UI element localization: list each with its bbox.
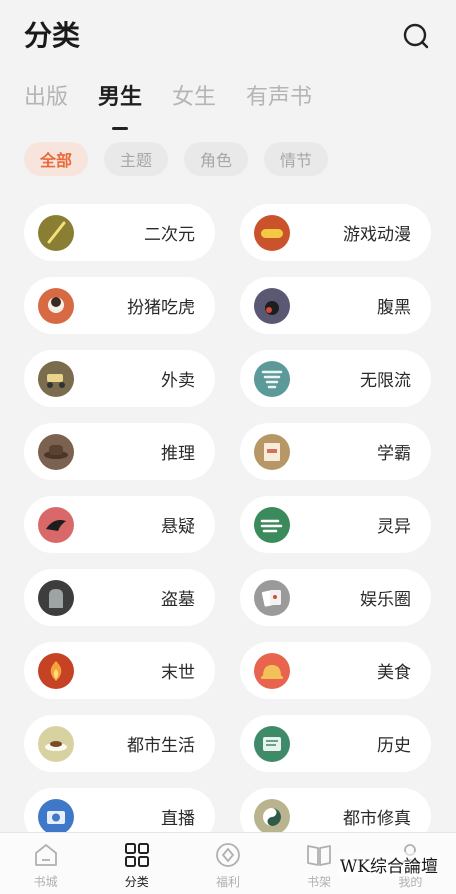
category-card[interactable]: 末世 [24, 642, 215, 699]
tab-female[interactable]: 女生 [172, 82, 216, 122]
tombstone-icon [38, 579, 74, 616]
category-label: 直播 [161, 809, 195, 829]
scroll-icon [254, 725, 290, 762]
home-icon [34, 844, 57, 866]
filter-chips: 全部 主题 角色 情节 [24, 142, 329, 176]
fire-icon [38, 652, 74, 689]
category-label: 历史 [377, 736, 411, 756]
category-card[interactable]: 腹黑 [240, 277, 431, 334]
gift-icon [216, 843, 240, 867]
category-card[interactable]: 无限流 [240, 350, 431, 407]
gamepad-icon [254, 214, 290, 251]
page-title: 分类 [24, 19, 81, 52]
category-label: 都市修真 [343, 809, 411, 829]
category-card[interactable]: 娱乐圈 [240, 569, 431, 626]
category-label: 外卖 [161, 371, 195, 391]
tab-publish[interactable]: 出版 [24, 82, 68, 122]
category-label: 盗墓 [161, 590, 195, 610]
category-label: 都市生活 [127, 736, 195, 756]
category-card[interactable]: 游戏动漫 [240, 204, 431, 261]
filter-theme[interactable]: 主题 [104, 142, 169, 176]
tornado-icon [254, 360, 290, 397]
coffee-cup-icon [38, 725, 74, 762]
detective-hat-icon [38, 433, 74, 470]
nav-label: 书架 [307, 875, 332, 889]
category-label: 腹黑 [377, 298, 411, 318]
search-button[interactable] [400, 20, 432, 52]
scooter-icon [38, 360, 74, 397]
yin-yang-icon [254, 798, 290, 835]
certificate-icon [254, 433, 290, 470]
nav-welfare[interactable]: 福利 [193, 841, 263, 890]
category-card[interactable]: 扮猪吃虎 [24, 277, 215, 334]
nav-label: 分类 [124, 875, 149, 889]
category-card[interactable]: 灵异 [240, 496, 431, 553]
category-label: 二次元 [144, 225, 195, 245]
filter-role[interactable]: 角色 [184, 142, 249, 176]
category-card[interactable]: 都市生活 [24, 715, 215, 772]
category-label: 娱乐圈 [360, 590, 411, 610]
category-card[interactable]: 二次元 [24, 204, 215, 261]
tab-indicator [112, 127, 129, 130]
category-label: 美食 [377, 663, 411, 683]
category-grid: 二次元 游戏动漫扮猪吃虎 腹黑外卖 无限流推理 学霸悬疑 灵异盗墓 娱乐圈末世 美食都市生活 历… [24, 204, 431, 845]
category-label: 末世 [161, 663, 195, 683]
nav-label: 书城 [33, 875, 58, 889]
cloche-icon [254, 652, 290, 689]
nav-bookstore[interactable]: 书城 [11, 841, 81, 890]
tab-male[interactable]: 男生 [98, 82, 142, 130]
category-label: 游戏动漫 [343, 225, 411, 245]
ghost-wind-icon [254, 506, 290, 543]
category-card[interactable]: 悬疑 [24, 496, 215, 553]
book-icon [307, 845, 332, 866]
search-icon [403, 23, 429, 49]
filter-plot[interactable]: 情节 [264, 142, 329, 176]
category-label: 无限流 [360, 371, 411, 391]
camera-icon [38, 798, 74, 835]
category-label: 灵异 [377, 517, 411, 537]
category-card[interactable]: 盗墓 [24, 569, 215, 626]
category-card[interactable]: 学霸 [240, 423, 431, 480]
category-label: 学霸 [377, 444, 411, 464]
category-card[interactable]: 推理 [24, 423, 215, 480]
sword-icon [38, 214, 74, 251]
nav-label: 福利 [215, 875, 240, 889]
category-tabs: 出版 男生 女生 有声书 [24, 82, 312, 130]
category-card[interactable]: 历史 [240, 715, 431, 772]
category-label: 悬疑 [161, 517, 195, 537]
category-label: 推理 [161, 444, 195, 464]
header: 分类 [0, 0, 456, 70]
playing-cards-icon [254, 579, 290, 616]
filter-all[interactable]: 全部 [24, 142, 89, 176]
grid-icon [124, 843, 149, 867]
crow-icon [38, 506, 74, 543]
category-label: 扮猪吃虎 [127, 298, 195, 318]
pig-icon [38, 287, 74, 324]
tab-audiobook[interactable]: 有声书 [246, 82, 312, 122]
category-card[interactable]: 外卖 [24, 350, 215, 407]
watermark: WK综合論壇 [337, 852, 440, 877]
category-card[interactable]: 美食 [240, 642, 431, 699]
nav-category[interactable]: 分类 [102, 841, 172, 890]
bomb-icon [254, 287, 290, 324]
